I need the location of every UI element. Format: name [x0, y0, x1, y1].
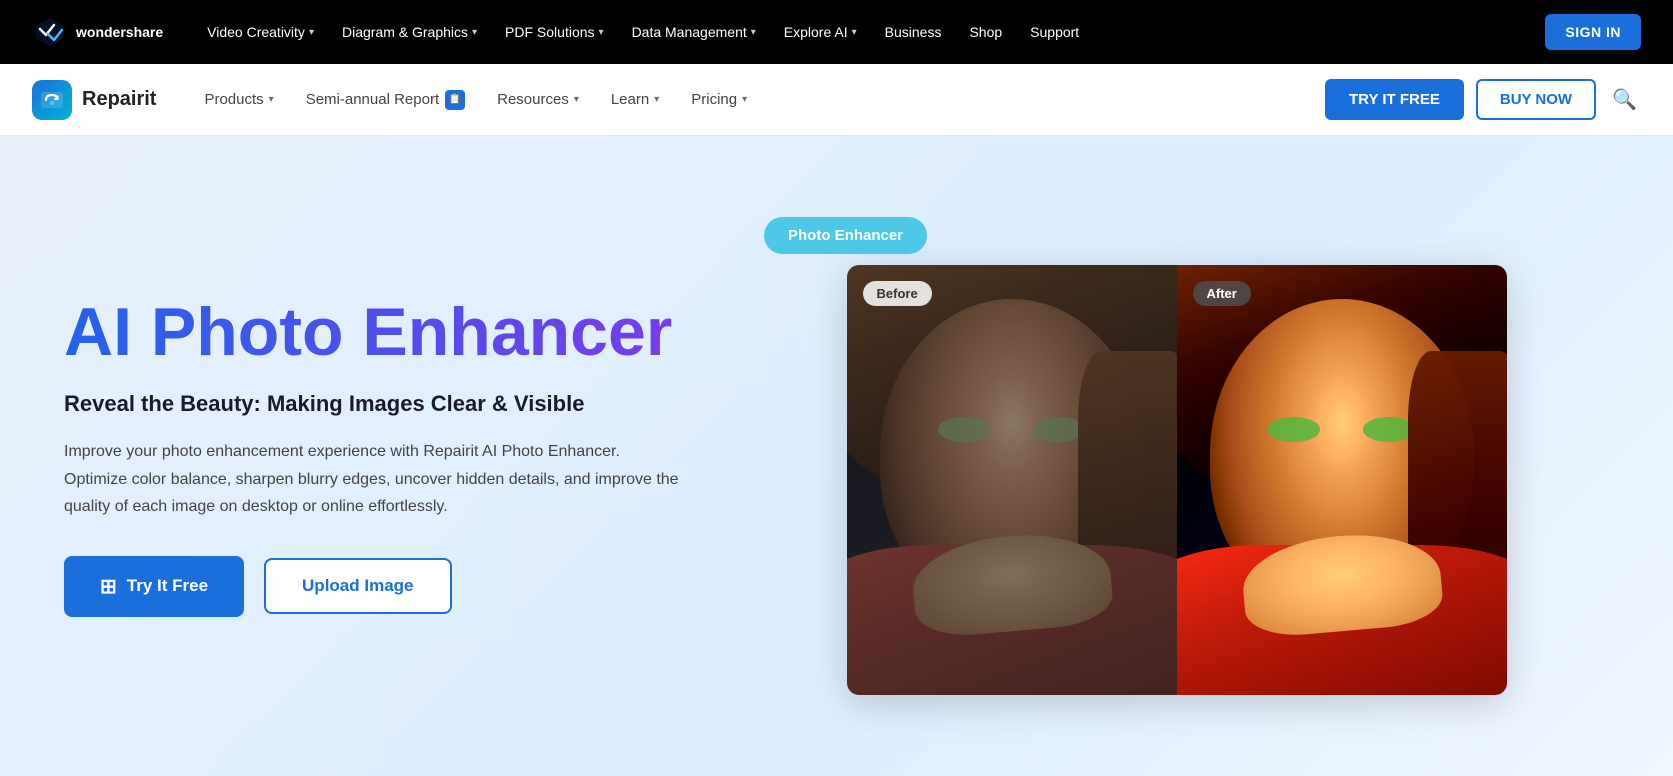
before-panel: Before: [847, 265, 1177, 695]
repairit-brand-text: Repairit: [82, 88, 156, 111]
wondershare-logo-text: wondershare: [76, 24, 163, 41]
subnav-products[interactable]: Products ▾: [188, 83, 289, 116]
hero-upload-image-button[interactable]: Upload Image: [264, 558, 451, 614]
buy-now-button[interactable]: BUY NOW: [1476, 79, 1596, 120]
subnav-learn[interactable]: Learn ▾: [595, 83, 675, 116]
after-panel: After: [1177, 265, 1507, 695]
eye-shadow-left-after: [1268, 417, 1321, 442]
hero-title: AI Photo Enhancer: [64, 295, 704, 370]
photo-enhancer-badge: Photo Enhancer: [764, 217, 927, 254]
chevron-down-icon: ▾: [599, 27, 604, 38]
chevron-down-icon: ▾: [751, 27, 756, 38]
subnav-semi-annual-report[interactable]: Semi-annual Report 📋: [290, 82, 481, 118]
chevron-down-icon: ▾: [472, 27, 477, 38]
chevron-down-icon: ▾: [269, 94, 274, 105]
chevron-down-icon: ▾: [574, 94, 579, 105]
nav-data-management[interactable]: Data Management ▾: [620, 16, 768, 48]
top-navigation: wondershare Video Creativity ▾ Diagram &…: [0, 0, 1673, 64]
sign-in-button[interactable]: SIGN IN: [1545, 14, 1641, 50]
nav-video-creativity[interactable]: Video Creativity ▾: [195, 16, 326, 48]
subnav-pricing[interactable]: Pricing ▾: [675, 83, 763, 116]
hero-section: AI Photo Enhancer Reveal the Beauty: Mak…: [0, 136, 1673, 776]
nav-pdf-solutions[interactable]: PDF Solutions ▾: [493, 16, 616, 48]
after-photo-simulation: [1177, 265, 1507, 695]
hero-description: Improve your photo enhancement experienc…: [64, 438, 684, 520]
nav-explore-ai[interactable]: Explore AI ▾: [772, 16, 869, 48]
hero-buttons: ⊞ Try It Free Upload Image: [64, 556, 704, 617]
repairit-svg-icon: [38, 86, 66, 114]
top-nav-right: SIGN IN: [1545, 14, 1641, 50]
nav-diagram-graphics[interactable]: Diagram & Graphics ▾: [330, 16, 489, 48]
hero-left-content: AI Photo Enhancer Reveal the Beauty: Mak…: [64, 295, 744, 617]
hero-subtitle: Reveal the Beauty: Making Images Clear &…: [64, 390, 704, 419]
try-it-free-button[interactable]: TRY IT FREE: [1325, 79, 1464, 120]
repairit-logo[interactable]: Repairit: [32, 80, 156, 120]
hero-try-free-button[interactable]: ⊞ Try It Free: [64, 556, 244, 617]
face-area-after: [1177, 265, 1507, 695]
chevron-down-icon: ▾: [742, 94, 747, 105]
wondershare-logo-icon: [32, 14, 68, 50]
nav-support[interactable]: Support: [1018, 16, 1091, 48]
subnav-resources[interactable]: Resources ▾: [481, 83, 595, 116]
face-area: [847, 265, 1177, 695]
top-nav-menu: Video Creativity ▾ Diagram & Graphics ▾ …: [195, 16, 1537, 48]
report-badge-icon: 📋: [445, 90, 465, 110]
chevron-down-icon: ▾: [852, 27, 857, 38]
sub-navigation: Repairit Products ▾ Semi-annual Report 📋…: [0, 64, 1673, 136]
search-icon[interactable]: 🔍: [1608, 83, 1641, 116]
report-badge-container: Semi-annual Report 📋: [306, 90, 465, 110]
sub-nav-menu: Products ▾ Semi-annual Report 📋 Resource…: [188, 82, 1325, 118]
nav-business[interactable]: Business: [873, 16, 954, 48]
wondershare-logo[interactable]: wondershare: [32, 14, 163, 50]
before-label: Before: [863, 281, 932, 306]
repairit-logo-icon: [32, 80, 72, 120]
after-label: After: [1193, 281, 1251, 306]
hero-right-image: Photo Enhancer Before: [744, 217, 1609, 695]
sub-nav-right-actions: TRY IT FREE BUY NOW 🔍: [1325, 79, 1641, 120]
nav-shop[interactable]: Shop: [957, 16, 1014, 48]
image-comparison-widget: Before After: [847, 265, 1507, 695]
before-photo-simulation: [847, 265, 1177, 695]
chevron-down-icon: ▾: [309, 27, 314, 38]
chevron-down-icon: ▾: [654, 94, 659, 105]
eye-shadow-left: [938, 417, 991, 442]
windows-icon: ⊞: [100, 574, 117, 599]
